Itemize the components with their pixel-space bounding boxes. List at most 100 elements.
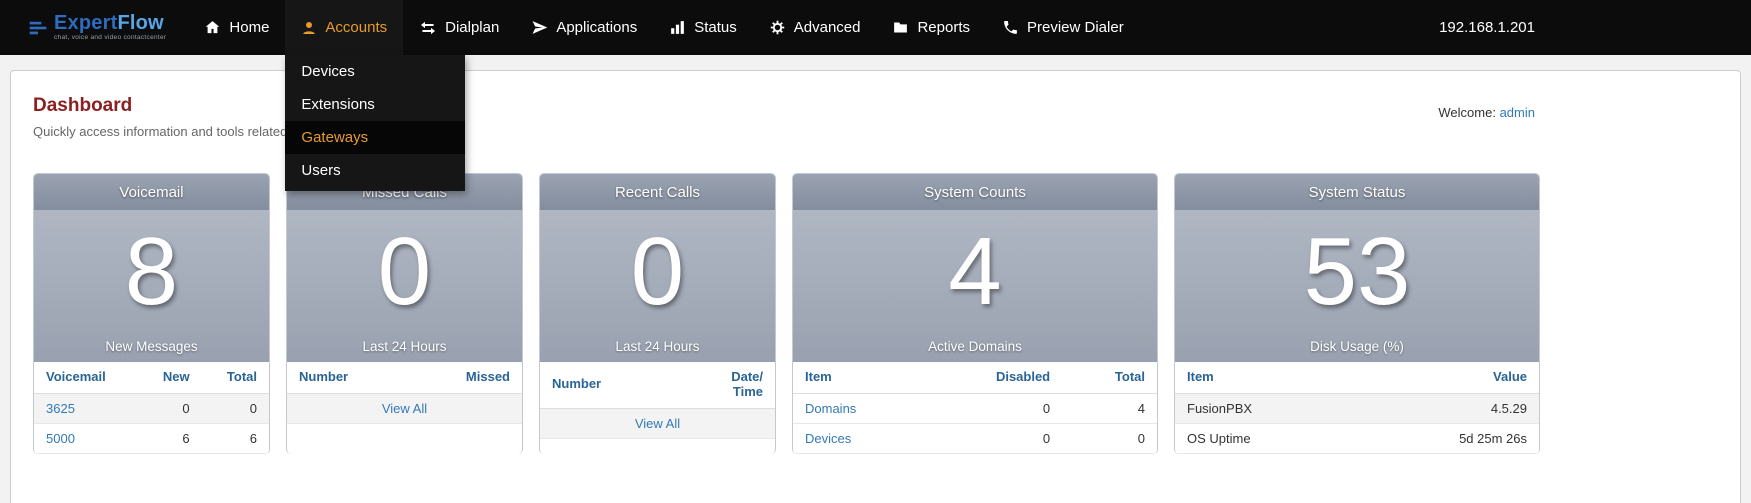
dashboard-cards: Voicemail 8 New Messages Voicemail New T… xyxy=(33,173,1535,454)
cell: 0 xyxy=(1062,423,1157,453)
table-row: View All xyxy=(287,393,522,423)
nav-label: Accounts xyxy=(325,19,387,36)
brand-expert: Expert xyxy=(54,12,117,34)
paper-plane-icon xyxy=(531,19,548,36)
menu-item-devices[interactable]: Devices xyxy=(285,55,465,88)
nav-label: Preview Dialer xyxy=(1027,19,1124,36)
nav-home[interactable]: Home xyxy=(188,0,285,55)
col-header: Item xyxy=(793,362,925,393)
nav-advanced[interactable]: Advanced xyxy=(753,0,877,55)
swap-arrows-icon xyxy=(419,19,437,37)
col-header: Item xyxy=(1175,362,1354,393)
folder-icon xyxy=(892,19,909,36)
cell: OS Uptime xyxy=(1175,423,1354,453)
page-title-block: Dashboard Quickly access information and… xyxy=(33,95,287,139)
brand-logo[interactable]: ExpertFlow chat, voice and video contact… xyxy=(28,13,166,42)
col-header: Total xyxy=(1062,362,1157,393)
voicemail-hero: 8 New Messages xyxy=(34,210,269,362)
brand-text: ExpertFlow chat, voice and video contact… xyxy=(54,13,166,42)
card-title: Voicemail xyxy=(34,174,269,210)
col-header: Date/ Time xyxy=(673,362,775,408)
domains-link[interactable]: Domains xyxy=(805,401,856,416)
voicemail-box-link[interactable]: 3625 xyxy=(46,401,75,416)
card-missed-calls: Missed Calls 0 Last 24 Hours Number Miss… xyxy=(286,173,523,454)
card-system-status: System Status 53 Disk Usage (%) Item Val… xyxy=(1174,173,1540,454)
recent-calls-hero: 0 Last 24 Hours xyxy=(540,210,775,362)
gear-icon xyxy=(769,19,786,36)
home-icon xyxy=(204,19,221,36)
nav-reports[interactable]: Reports xyxy=(876,0,986,55)
table-row: Domains 0 4 xyxy=(793,393,1157,423)
system-counts-hero: 4 Active Domains xyxy=(793,210,1157,362)
col-header: Number xyxy=(287,362,409,393)
cell: FusionPBX xyxy=(1175,393,1354,423)
top-navbar: ExpertFlow chat, voice and video contact… xyxy=(0,0,1751,55)
voicemail-caption: New Messages xyxy=(34,339,269,354)
nav-label: Advanced xyxy=(794,19,861,36)
cell: 6 xyxy=(138,423,201,453)
cell: 4.5.29 xyxy=(1354,393,1539,423)
system-counts-table: Item Disabled Total Domains 0 4 Devices … xyxy=(793,362,1157,454)
table-row: Devices 0 0 xyxy=(793,423,1157,453)
table-row: 3625 0 0 xyxy=(34,393,269,423)
cell: 6 xyxy=(202,423,269,453)
nav-label: Status xyxy=(694,19,737,36)
brand-tagline: chat, voice and video contactcenter xyxy=(54,35,166,42)
card-title: System Counts xyxy=(793,174,1157,210)
nav-dialplan[interactable]: Dialplan xyxy=(403,0,515,55)
voicemail-table: Voicemail New Total 3625 0 0 5000 6 xyxy=(34,362,269,454)
content-panel: Dashboard Quickly access information and… xyxy=(10,70,1741,503)
cell: 0 xyxy=(925,423,1062,453)
col-header: Value xyxy=(1354,362,1539,393)
nav-label: Home xyxy=(229,19,269,36)
menu-item-users[interactable]: Users xyxy=(285,154,465,187)
system-status-hero: 53 Disk Usage (%) xyxy=(1175,210,1539,362)
welcome-label: Welcome: xyxy=(1438,105,1496,120)
cell: 0 xyxy=(138,393,201,423)
nav-preview-dialer[interactable]: Preview Dialer xyxy=(986,0,1140,55)
menu-item-extensions[interactable]: Extensions xyxy=(285,88,465,121)
cell: 0 xyxy=(202,393,269,423)
missed-calls-count: 0 xyxy=(378,224,431,320)
cell: 0 xyxy=(925,393,1062,423)
recent-calls-caption: Last 24 Hours xyxy=(540,339,775,354)
welcome-user-link[interactable]: admin xyxy=(1500,105,1535,120)
cell: 5d 25m 26s xyxy=(1354,423,1539,453)
brand-flow: Flow xyxy=(117,12,163,34)
devices-link[interactable]: Devices xyxy=(805,431,851,446)
page-subtitle: Quickly access information and tools rel… xyxy=(33,124,287,139)
accounts-dropdown: Devices Extensions Gateways Users xyxy=(285,55,465,191)
nav-label: Applications xyxy=(556,19,637,36)
phone-icon xyxy=(1002,19,1019,36)
user-icon xyxy=(301,20,317,36)
recent-calls-count: 0 xyxy=(631,224,684,320)
welcome-text: Welcome: admin xyxy=(1438,105,1535,120)
view-all-link[interactable]: View All xyxy=(382,401,427,416)
content-inner: Dashboard Quickly access information and… xyxy=(33,95,1535,454)
table-row: FusionPBX 4.5.29 xyxy=(1175,393,1539,423)
nav-status[interactable]: Status xyxy=(653,0,753,55)
view-all-link[interactable]: View All xyxy=(635,416,680,431)
system-counts-caption: Active Domains xyxy=(793,339,1157,354)
cell: 4 xyxy=(1062,393,1157,423)
main-nav: Home Accounts Devices Extensions Gateway… xyxy=(188,0,1139,55)
card-voicemail: Voicemail 8 New Messages Voicemail New T… xyxy=(33,173,270,454)
col-header: Voicemail xyxy=(34,362,138,393)
table-row: 5000 6 6 xyxy=(34,423,269,453)
disk-usage-value: 53 xyxy=(1304,224,1411,320)
voicemail-box-link[interactable]: 5000 xyxy=(46,431,75,446)
active-domains-count: 4 xyxy=(948,224,1001,320)
nav-applications[interactable]: Applications xyxy=(515,0,653,55)
card-title: Recent Calls xyxy=(540,174,775,210)
bar-chart-icon xyxy=(669,19,686,36)
menu-item-gateways[interactable]: Gateways xyxy=(285,121,465,154)
col-header: Missed xyxy=(409,362,522,393)
nav-accounts[interactable]: Accounts Devices Extensions Gateways Use… xyxy=(285,0,403,55)
recent-calls-table: Number Date/ Time View All xyxy=(540,362,775,439)
card-recent-calls: Recent Calls 0 Last 24 Hours Number Date… xyxy=(539,173,776,454)
col-header: Number xyxy=(540,362,673,408)
missed-calls-table: Number Missed View All xyxy=(287,362,522,424)
brand-icon xyxy=(28,18,48,38)
col-header: Disabled xyxy=(925,362,1062,393)
card-system-counts: System Counts 4 Active Domains Item Disa… xyxy=(792,173,1158,454)
